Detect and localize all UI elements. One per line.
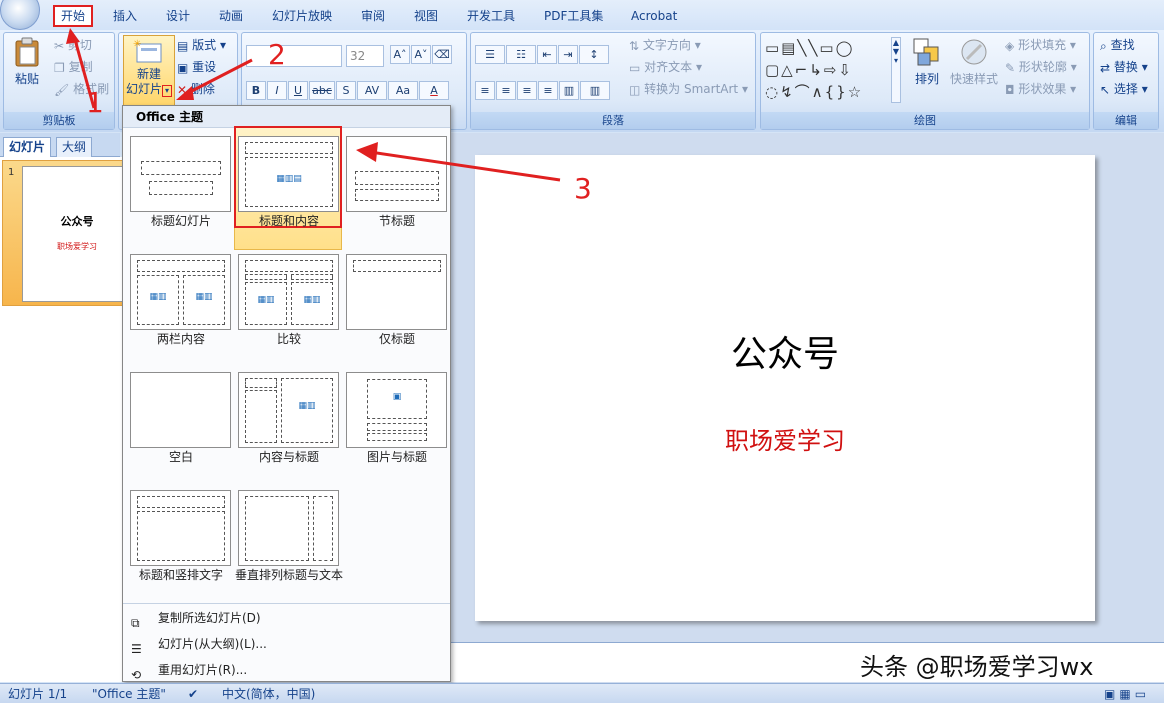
annotation-label-3: 3: [574, 172, 592, 205]
status-language: 中文(简体，中国): [222, 687, 316, 701]
sorter-view-icon[interactable]: ▦: [1119, 687, 1134, 701]
annotation-label-1: 1: [86, 86, 104, 119]
status-theme: "Office 主题": [92, 687, 166, 701]
arrow-2: [185, 58, 253, 96]
status-bar: 幻灯片 1/1 "Office 主题" ✔ 中文(简体，中国) ▣▦▭: [0, 683, 1164, 703]
annotation-arrows: [66, 28, 561, 182]
view-buttons[interactable]: ▣▦▭: [1104, 686, 1160, 702]
annotation-label-2: 2: [268, 38, 286, 71]
spellcheck-icon[interactable]: ✔: [188, 686, 198, 702]
arrow-3: [369, 150, 561, 182]
status-slide-count: 幻灯片 1/1: [8, 687, 68, 701]
slideshow-view-icon[interactable]: ▭: [1135, 687, 1150, 701]
normal-view-icon[interactable]: ▣: [1104, 687, 1119, 701]
